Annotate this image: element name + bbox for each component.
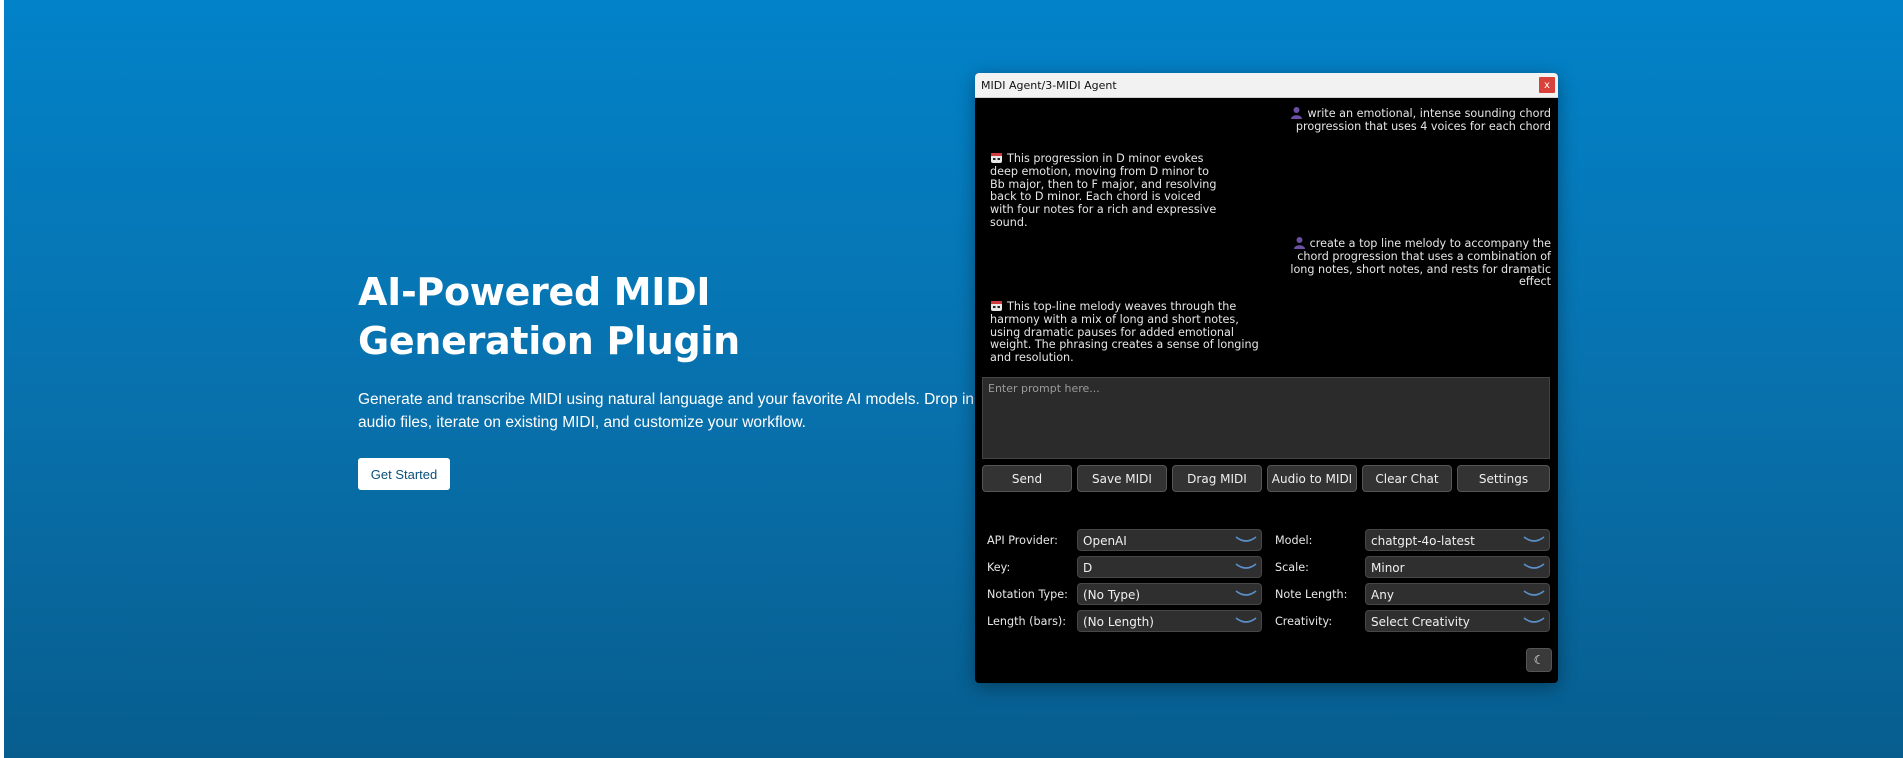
- notation-type-select[interactable]: (No Type): [1077, 583, 1262, 605]
- chat-message-user: write an emotional, intense sounding cho…: [1275, 106, 1551, 134]
- length-bars-select[interactable]: (No Length): [1077, 610, 1262, 632]
- user-icon: [1291, 107, 1303, 119]
- key-label: Key:: [987, 561, 1011, 574]
- audio-to-midi-button[interactable]: Audio to MIDI: [1267, 465, 1357, 492]
- settings-button[interactable]: Settings: [1457, 465, 1550, 492]
- chevron-down-icon: [1523, 590, 1545, 596]
- length-bars-label: Length (bars):: [987, 615, 1067, 628]
- notation-type-label: Notation Type:: [987, 588, 1068, 601]
- api-provider-label: API Provider:: [987, 534, 1058, 547]
- chat-message-user: create a top line melody to accompany th…: [1290, 237, 1551, 289]
- window-titlebar[interactable]: MIDI Agent/3-MIDI Agent x: [975, 73, 1558, 98]
- chevron-down-icon: [1235, 590, 1257, 596]
- chat-message-assistant: This progression in D minor evokes deep …: [990, 152, 1217, 229]
- clear-chat-button[interactable]: Clear Chat: [1362, 465, 1452, 492]
- drag-midi-button[interactable]: Drag MIDI: [1172, 465, 1262, 492]
- chat-message-assistant: This top-line melody weaves through the …: [990, 300, 1259, 365]
- send-button[interactable]: Send: [982, 465, 1072, 492]
- model-select[interactable]: chatgpt-4o-latest: [1365, 529, 1550, 551]
- chevron-down-icon: [1235, 536, 1257, 542]
- robot-icon: [991, 301, 1002, 311]
- window-title: MIDI Agent/3-MIDI Agent: [981, 79, 1117, 92]
- hero-title: AI-Powered MIDI Generation Plugin: [358, 270, 740, 363]
- moon-icon[interactable]: ☾: [1526, 648, 1552, 672]
- scale-select[interactable]: Minor: [1365, 556, 1550, 578]
- chevron-down-icon: [1235, 617, 1257, 623]
- hero-section: AI-Powered MIDI Generation Plugin Genera…: [4, 0, 1903, 758]
- save-midi-button[interactable]: Save MIDI: [1077, 465, 1167, 492]
- api-provider-select[interactable]: OpenAI: [1077, 529, 1262, 551]
- chevron-down-icon: [1523, 617, 1545, 623]
- chevron-down-icon: [1523, 536, 1545, 542]
- key-select[interactable]: D: [1077, 556, 1262, 578]
- robot-icon: [991, 153, 1002, 163]
- note-length-select[interactable]: Any: [1365, 583, 1550, 605]
- scale-label: Scale:: [1275, 561, 1309, 574]
- plugin-window: MIDI Agent/3-MIDI Agent x write an emoti…: [975, 73, 1558, 683]
- note-length-label: Note Length:: [1275, 588, 1348, 601]
- model-label: Model:: [1275, 534, 1313, 547]
- chevron-down-icon: [1523, 563, 1545, 569]
- user-icon: [1293, 237, 1305, 249]
- hero-subtitle: Generate and transcribe MIDI using natur…: [358, 391, 975, 431]
- close-button[interactable]: x: [1539, 77, 1555, 93]
- creativity-label: Creativity:: [1275, 615, 1333, 628]
- creativity-select[interactable]: Select Creativity: [1365, 610, 1550, 632]
- prompt-input[interactable]: [982, 377, 1550, 459]
- get-started-button[interactable]: Get Started: [358, 458, 450, 490]
- chevron-down-icon: [1235, 563, 1257, 569]
